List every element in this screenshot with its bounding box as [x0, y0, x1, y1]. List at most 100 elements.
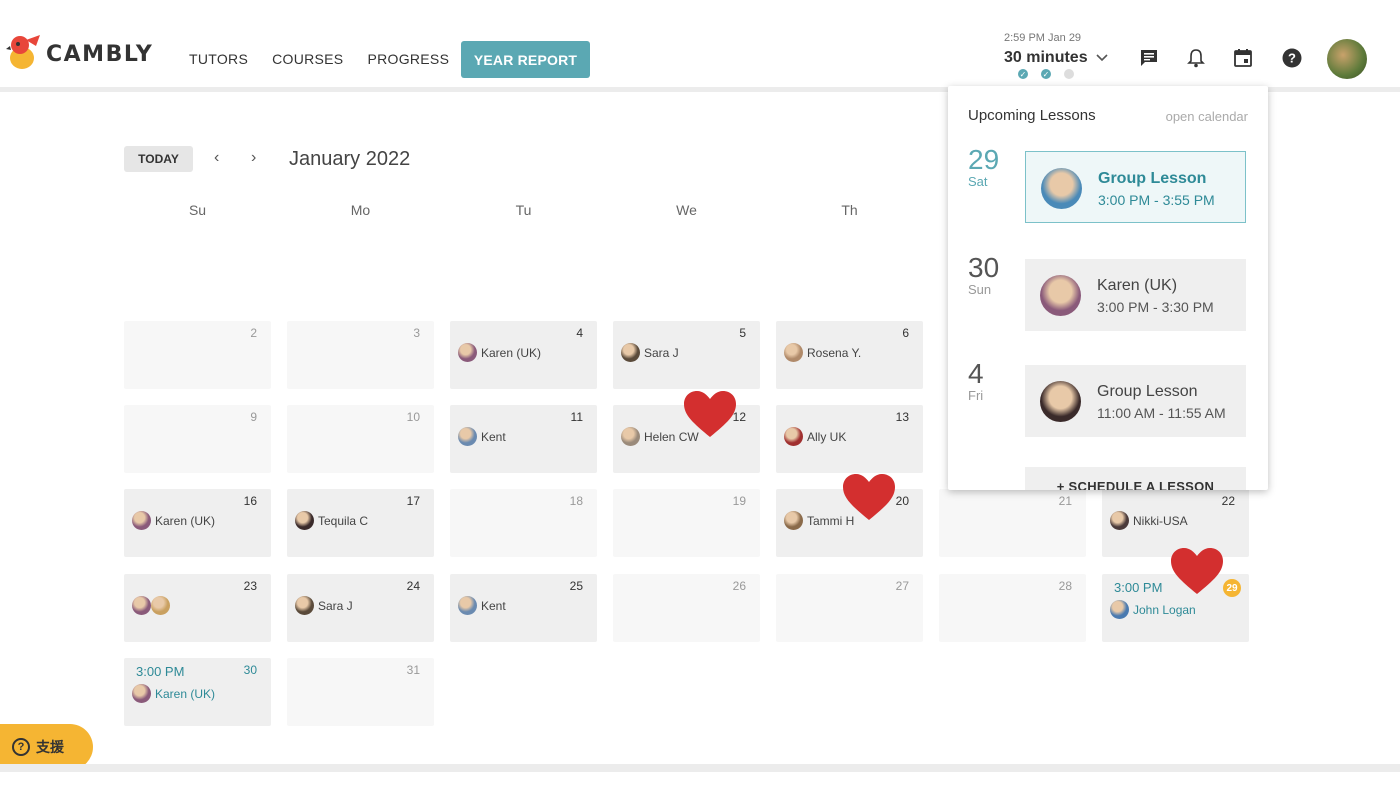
- tutor-entry[interactable]: Sara J: [621, 343, 679, 362]
- tutor-entry[interactable]: John Logan: [1110, 600, 1196, 619]
- weekday-label: We: [676, 202, 697, 218]
- day-cell[interactable]: 3: [287, 321, 434, 389]
- tutor-name: Nikki-USA: [1133, 513, 1188, 528]
- lesson-card[interactable]: Group Lesson 11:00 AM - 11:55 AM: [1025, 365, 1246, 437]
- tutor-avatar: [1110, 511, 1129, 530]
- clock-text: 2:59 PM Jan 29: [1004, 32, 1082, 44]
- lesson-card[interactable]: Karen (UK) 3:00 PM - 3:30 PM: [1025, 259, 1246, 331]
- open-calendar-link[interactable]: open calendar: [1166, 109, 1248, 124]
- day-cell[interactable]: 31: [287, 658, 434, 726]
- day-cell[interactable]: 24 Sara J: [287, 574, 434, 642]
- logo-text: CAMBLY: [46, 41, 154, 67]
- tutor-entry[interactable]: Karen (UK): [458, 343, 541, 362]
- day-cell[interactable]: 10: [287, 405, 434, 473]
- main-nav: TUTORS COURSES PROGRESS: [189, 51, 449, 67]
- tutor-avatar: [295, 596, 314, 615]
- heart-icon: [1171, 548, 1223, 594]
- day-cell[interactable]: 2: [124, 321, 271, 389]
- year-report-button[interactable]: YEAR REPORT: [461, 41, 590, 78]
- panel-title: Upcoming Lessons: [968, 107, 1096, 124]
- svg-text:?: ?: [1288, 51, 1296, 66]
- minutes-selector[interactable]: 2:59 PM Jan 29 30 minutes ✓ ✓: [1004, 32, 1114, 79]
- day-cell[interactable]: 11 Kent: [450, 405, 597, 473]
- day-cell[interactable]: 4 Karen (UK): [450, 321, 597, 389]
- tutor-name: Sara J: [318, 598, 353, 613]
- tutor-entry[interactable]: Tequila C: [295, 511, 368, 530]
- weekday-label: Th: [841, 202, 858, 218]
- tutor-avatar: [784, 427, 803, 446]
- day-cell[interactable]: 23: [124, 574, 271, 642]
- day-cell[interactable]: 6 Rosena Y.: [776, 321, 923, 389]
- day-number: 25: [569, 579, 583, 593]
- nav-tutors[interactable]: TUTORS: [189, 51, 248, 67]
- bell-icon[interactable]: [1185, 47, 1207, 69]
- day-number: 19: [732, 494, 746, 508]
- chat-icon[interactable]: [1138, 47, 1160, 69]
- day-cell[interactable]: 21: [939, 489, 1086, 557]
- tutor-name: Karen (UK): [155, 686, 216, 701]
- day-number: 13: [895, 410, 909, 424]
- day-number: 11: [570, 410, 583, 424]
- weekday-label: Tu: [515, 202, 532, 218]
- tutor-entry[interactable]: Nikki-USA: [1110, 511, 1188, 530]
- footer-divider: [0, 764, 1400, 772]
- day-cell[interactable]: 30 3:00 PM Karen (UK): [124, 658, 271, 726]
- day-number: 10: [406, 410, 420, 424]
- day-cell[interactable]: 26: [613, 574, 760, 642]
- tutor-avatar: [784, 343, 803, 362]
- check-dot-icon: ✓: [1018, 69, 1028, 79]
- top-header: CAMBLY TUTORS COURSES PROGRESS YEAR REPO…: [0, 0, 1400, 92]
- empty-dot-icon: [1064, 69, 1074, 79]
- lesson-avatar: [1040, 381, 1081, 422]
- day-number: 24: [406, 579, 420, 593]
- tutor-entry[interactable]: Karen (UK): [132, 684, 215, 703]
- day-number: 22: [1221, 494, 1235, 508]
- tutor-entry[interactable]: Sara J: [295, 596, 353, 615]
- tutor-entry[interactable]: Rosena Y.: [784, 343, 861, 362]
- question-icon: ?: [12, 738, 30, 756]
- tutor-name: Kent: [481, 429, 506, 444]
- day-cell[interactable]: 17 Tequila C: [287, 489, 434, 557]
- nav-progress[interactable]: PROGRESS: [367, 51, 449, 67]
- lesson-time: 3:00 PM: [136, 664, 185, 679]
- day-cell[interactable]: 9: [124, 405, 271, 473]
- user-avatar[interactable]: [1327, 39, 1367, 79]
- nav-courses[interactable]: COURSES: [272, 51, 343, 67]
- cambly-logo[interactable]: CAMBLY: [6, 35, 154, 72]
- prev-month-icon[interactable]: ‹: [214, 149, 219, 167]
- day-number: 30: [243, 663, 257, 677]
- tutor-avatar: [295, 511, 314, 530]
- tutor-entry[interactable]: Kent: [458, 596, 506, 615]
- tutor-entry[interactable]: Ally UK: [784, 427, 846, 446]
- next-month-icon[interactable]: ›: [251, 149, 256, 167]
- day-cell[interactable]: 25 Kent: [450, 574, 597, 642]
- day-cell[interactable]: 22 Nikki-USA: [1102, 489, 1249, 557]
- tutor-entry[interactable]: [132, 596, 170, 615]
- progress-dots: ✓ ✓: [1018, 69, 1114, 79]
- minutes-label: 30 minutes: [1004, 49, 1088, 66]
- help-circle-icon[interactable]: ?: [1281, 47, 1303, 69]
- tutor-entry[interactable]: Kent: [458, 427, 506, 446]
- day-cell[interactable]: 18: [450, 489, 597, 557]
- schedule-lesson-button[interactable]: + SCHEDULE A LESSON: [1025, 467, 1246, 490]
- tutor-avatar: [132, 511, 151, 530]
- day-cell[interactable]: 5 Sara J: [613, 321, 760, 389]
- day-number: 4: [576, 326, 583, 340]
- lesson-time-range: 3:00 PM - 3:55 PM: [1098, 192, 1215, 208]
- lesson-day-number: 30: [968, 252, 1000, 283]
- day-cell[interactable]: 27: [776, 574, 923, 642]
- day-cell[interactable]: 19: [613, 489, 760, 557]
- day-number: 26: [732, 579, 746, 593]
- day-cell[interactable]: 13 Ally UK: [776, 405, 923, 473]
- day-number: 2: [250, 326, 257, 340]
- day-number: 16: [243, 494, 257, 508]
- tutor-avatar: [458, 596, 477, 615]
- day-cell[interactable]: 16 Karen (UK): [124, 489, 271, 557]
- tutor-avatar: [132, 684, 151, 703]
- lesson-card[interactable]: Group Lesson 3:00 PM - 3:55 PM: [1025, 151, 1246, 223]
- lesson-avatar: [1040, 275, 1081, 316]
- today-button[interactable]: TODAY: [124, 146, 193, 172]
- calendar-icon[interactable]: [1232, 47, 1254, 69]
- day-cell[interactable]: 28: [939, 574, 1086, 642]
- tutor-entry[interactable]: Karen (UK): [132, 511, 215, 530]
